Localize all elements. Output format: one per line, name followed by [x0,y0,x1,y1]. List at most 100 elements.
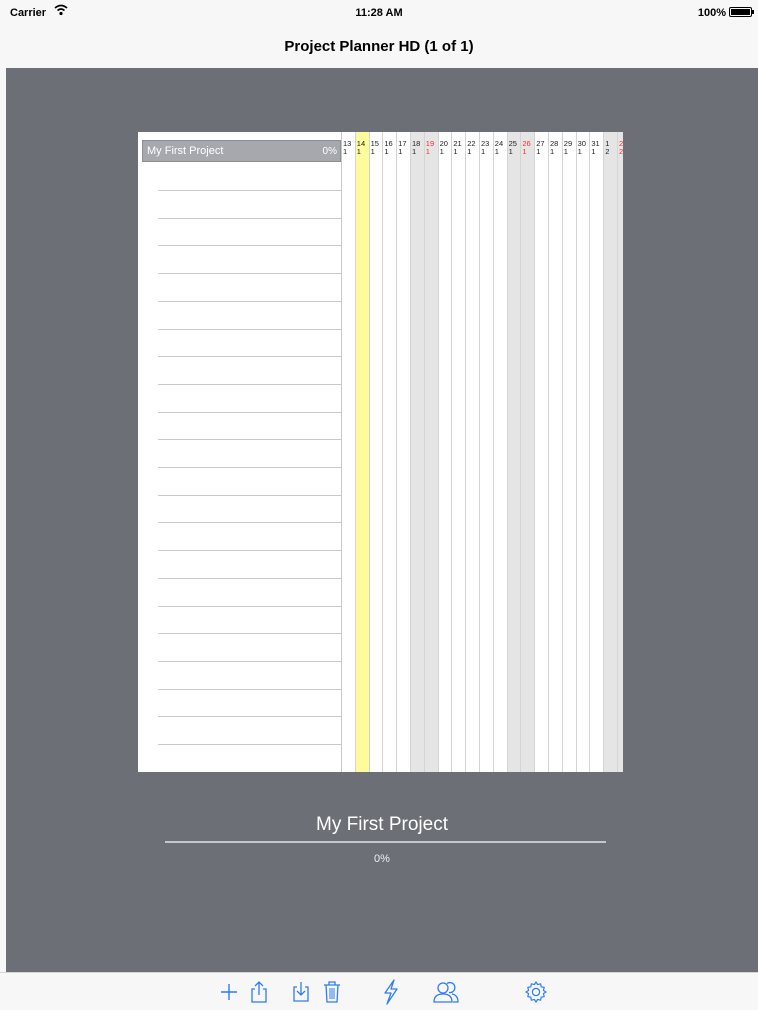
month-number: 1 [384,147,389,156]
task-row-separator [158,744,341,745]
import-icon [293,982,309,1002]
day-label: 18 1 [412,140,420,156]
timeline-day-column: 29 1 [562,132,577,772]
people-button[interactable] [432,979,460,1005]
share-button[interactable] [245,979,273,1005]
month-number: 1 [370,147,375,156]
month-number: 1 [412,147,417,156]
month-number: 1 [494,147,499,156]
navigation-bar: Project Planner HD (1 of 1) [0,24,758,68]
task-row-separator [158,217,341,219]
month-number: 1 [356,147,361,156]
timeline-day-column: 22 [618,132,623,772]
task-row-separator [158,716,341,718]
task-row-separator [158,494,341,496]
timeline-day-column: 22 1 [466,132,480,772]
month-number: 1 [577,147,582,156]
progress-bar [165,841,606,843]
task-row-separator [158,439,341,441]
import-button[interactable] [287,979,315,1005]
month-number: 1 [425,147,430,156]
task-row-separator [158,383,341,385]
day-label: 16 1 [384,140,392,156]
add-icon [221,984,237,1000]
day-label: 20 1 [440,140,448,156]
day-label: 22 [619,140,623,156]
project-percent: 0% [322,146,337,157]
task-row-separator [158,605,341,607]
task-row-separator [158,660,341,662]
timeline-day-column: 19 1 [424,132,439,772]
page-title: Project Planner HD (1 of 1) [284,38,474,55]
project-progress-percent: 0% [374,853,390,865]
day-label: 27 1 [536,140,544,156]
day-label: 15 1 [371,140,379,156]
timeline-day-column: 30 1 [576,132,591,772]
trash-icon [324,981,340,1003]
day-label: 25 1 [509,140,517,156]
task-row-separator [158,467,341,468]
day-label: 31 1 [591,140,599,156]
day-label: 29 1 [564,140,572,156]
add-button[interactable] [215,979,243,1005]
month-number: 2 [605,147,610,156]
timeline-day-column: 28 1 [549,132,563,772]
task-row-separator [158,328,341,330]
day-label: 30 1 [578,140,586,156]
day-label: 23 1 [481,140,489,156]
month-number: 1 [343,147,348,156]
month-number: 1 [453,147,458,156]
month-number: 1 [467,147,472,156]
timeline-day-column: 14 1 [355,132,370,772]
month-number: 1 [522,147,527,156]
task-row-separator [158,688,341,690]
timeline-day-column: 20 1 [438,132,453,772]
project-thumbnail[interactable]: My First Project 0% 13 1 14 1 15 1 16 1 17 1 18 1 19… [138,132,623,772]
month-number: 1 [439,147,444,156]
task-row-separator [158,190,341,191]
month-number: 1 [591,147,596,156]
task-row-separator [158,273,341,275]
battery-icon [729,7,754,17]
day-label: 21 1 [453,140,461,156]
timeline-day-column: 15 1 [369,132,384,772]
day-label: 22 1 [467,140,475,156]
project-title[interactable]: My First Project [6,814,758,836]
day-label: 24 1 [495,140,503,156]
task-list-panel: My First Project 0% [138,132,342,772]
project-header-row: My First Project 0% [142,140,341,162]
task-row-separator [158,522,341,524]
timeline-day-column: 26 1 [521,132,536,772]
month-number: 1 [536,147,541,156]
settings-button[interactable] [522,979,550,1005]
day-label: 14 1 [357,140,365,156]
gear-icon [525,981,547,1003]
task-row-separator [158,633,341,635]
task-row-separator [158,245,341,247]
share-icon [251,981,267,1003]
timeline-day-column: 17 1 [397,132,411,772]
month-number: 2 [619,147,623,156]
project-gallery: My First Project 0% 13 1 14 1 15 1 16 1 17 1 18 1 19… [6,68,758,972]
timeline-day-column: 23 1 [480,132,494,772]
clock: 11:28 AM [355,7,403,19]
day-label: 12 [605,140,609,156]
status-bar: Carrier 11:28 AM 100% [0,0,758,24]
delete-button[interactable] [318,979,346,1005]
quick-action-button[interactable] [377,979,405,1005]
timeline-grid: 13 1 14 1 15 1 16 1 17 1 18 1 19 1 20 1 21 1 22 1 23 1 24 1 25 1 2… [342,132,623,772]
timeline-day-column: 25 1 [507,132,522,772]
month-number: 1 [508,147,513,156]
day-label: 19 1 [426,140,434,156]
timeline-day-column: 21 1 [452,132,467,772]
day-label: 28 1 [550,140,558,156]
task-row-separator [158,550,341,552]
task-row-separator [158,411,341,413]
month-number: 1 [398,147,403,156]
project-name: My First Project [147,145,224,157]
day-label: 26 1 [522,140,530,156]
task-row-separator [158,300,341,302]
month-number: 1 [481,147,486,156]
month-number: 1 [563,147,568,156]
lightning-icon [384,979,398,1005]
